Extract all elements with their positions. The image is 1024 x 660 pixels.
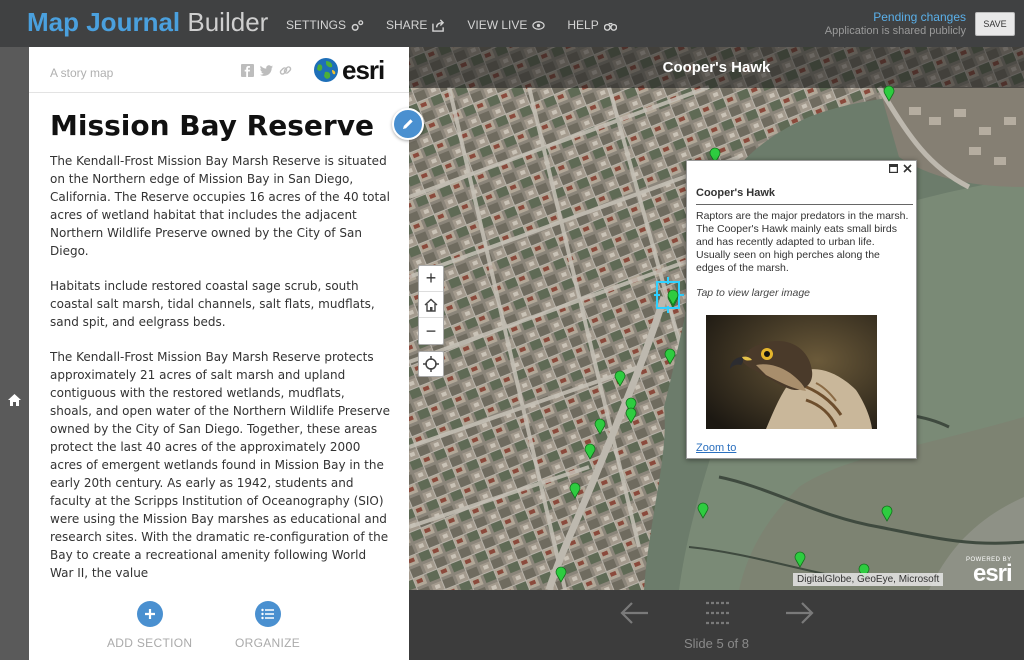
sharing-status: Application is shared publicly (824, 25, 966, 37)
share-icon (432, 18, 445, 32)
map-title: Cooper's Hawk (662, 59, 771, 76)
eye-icon (532, 20, 546, 30)
map-view[interactable]: Cooper's Hawk + − Cooper's Hawk Raptors … (409, 47, 1024, 590)
map-marker[interactable] (663, 347, 677, 365)
list-icon[interactable] (705, 600, 731, 626)
facebook-icon[interactable] (241, 64, 254, 77)
map-marker[interactable] (554, 565, 568, 583)
map-title-bar: Cooper's Hawk (409, 47, 1024, 88)
organize-button[interactable]: ORGANIZE (235, 601, 300, 650)
map-marker[interactable] (568, 481, 582, 499)
story-map-label: A story map (50, 66, 114, 80)
section-paragraph: The Kendall-Frost Mission Bay Marsh Rese… (50, 350, 390, 580)
brand-title: Map Journal (27, 7, 181, 37)
panel-footer: ADD SECTION ORGANIZE (29, 597, 409, 657)
organize-label: ORGANIZE (235, 636, 301, 650)
slide-navigation: Slide 5 of 8 (409, 590, 1024, 660)
selected-map-marker[interactable] (666, 288, 680, 306)
left-strip (0, 47, 29, 660)
esri-wordmark: esri (342, 55, 385, 85)
view-live-link[interactable]: VIEW LIVE (467, 18, 546, 32)
help-label: HELP (567, 18, 599, 32)
map-marker[interactable] (882, 84, 896, 102)
slide-counter: Slide 5 of 8 (683, 636, 750, 651)
add-section-button[interactable]: ADD SECTION (107, 601, 192, 650)
popup-controls (889, 164, 912, 176)
esri-wordmark: esri (972, 560, 1013, 587)
maximize-icon[interactable] (889, 164, 899, 176)
popup-description: Raptors are the major predators in the m… (696, 210, 909, 274)
home-icon[interactable] (7, 392, 22, 407)
arrow-right-icon[interactable] (784, 600, 814, 626)
section-title: Mission Bay Reserve (50, 109, 374, 142)
map-marker[interactable] (793, 550, 807, 568)
home-extent-button[interactable] (419, 292, 443, 318)
save-button[interactable]: SAVE (975, 12, 1015, 36)
home-icon (424, 298, 438, 312)
popup-title: Cooper's Hawk (696, 187, 776, 199)
zoom-controls: + − (418, 265, 444, 345)
hawk-image[interactable] (706, 315, 877, 429)
builder-toolbar: Map Journal Builder SETTINGS SHARE VIEW … (0, 0, 1024, 47)
view-live-label: VIEW LIVE (467, 18, 528, 32)
pencil-icon (403, 119, 413, 129)
map-marker[interactable] (583, 442, 597, 460)
close-icon[interactable] (903, 164, 912, 176)
gears-icon (351, 19, 364, 31)
pending-changes-status: Pending changes (873, 10, 966, 24)
help-link[interactable]: HELP (567, 18, 617, 32)
binoculars-icon (603, 22, 617, 31)
zoom-out-button[interactable]: − (419, 318, 443, 344)
settings-label: SETTINGS (286, 18, 347, 32)
twitter-icon[interactable] (260, 64, 273, 77)
map-attribution: DigitalGlobe, GeoEye, Microsoft (793, 573, 944, 586)
list-icon (254, 601, 281, 627)
map-marker[interactable] (696, 501, 710, 519)
share-link[interactable]: SHARE (386, 18, 445, 32)
top-nav: SETTINGS SHARE VIEW LIVE HELP (286, 18, 617, 32)
locate-button[interactable] (418, 351, 444, 377)
powered-by-esri[interactable]: POWERED BY esri (966, 557, 1013, 587)
side-panel: A story map esri Mission Bay Reserve The… (29, 47, 409, 660)
popup-divider (696, 204, 913, 205)
social-links (241, 64, 292, 77)
map-marker[interactable] (624, 406, 638, 424)
crosshair-icon (423, 356, 439, 372)
brand-subtitle: Builder (187, 7, 269, 37)
panel-header: A story map esri (29, 47, 409, 93)
section-content: Mission Bay Reserve The Kendall-Frost Mi… (50, 109, 390, 581)
plus-icon (136, 601, 163, 627)
section-paragraph: The Kendall-Frost Mission Bay Marsh Rese… (50, 154, 390, 258)
settings-link[interactable]: SETTINGS (286, 18, 364, 32)
map-marker[interactable] (880, 504, 894, 522)
link-icon[interactable] (279, 64, 292, 77)
zoom-to-link[interactable]: Zoom to (696, 442, 736, 454)
share-label: SHARE (386, 18, 428, 32)
edit-section-button[interactable] (392, 108, 424, 140)
globe-icon (314, 58, 338, 82)
map-marker[interactable] (593, 417, 607, 435)
app-brand: Map Journal Builder (27, 7, 268, 37)
add-section-label: ADD SECTION (107, 636, 193, 650)
zoom-in-button[interactable]: + (419, 266, 443, 292)
feature-popup: Cooper's Hawk Raptors are the major pred… (686, 160, 917, 459)
popup-tap-hint: Tap to view larger image (696, 287, 811, 299)
arrow-left-icon[interactable] (620, 600, 650, 626)
section-paragraph: Habitats include restored coastal sage s… (50, 279, 375, 329)
map-marker[interactable] (613, 369, 627, 387)
esri-logo[interactable]: esri (313, 55, 385, 85)
